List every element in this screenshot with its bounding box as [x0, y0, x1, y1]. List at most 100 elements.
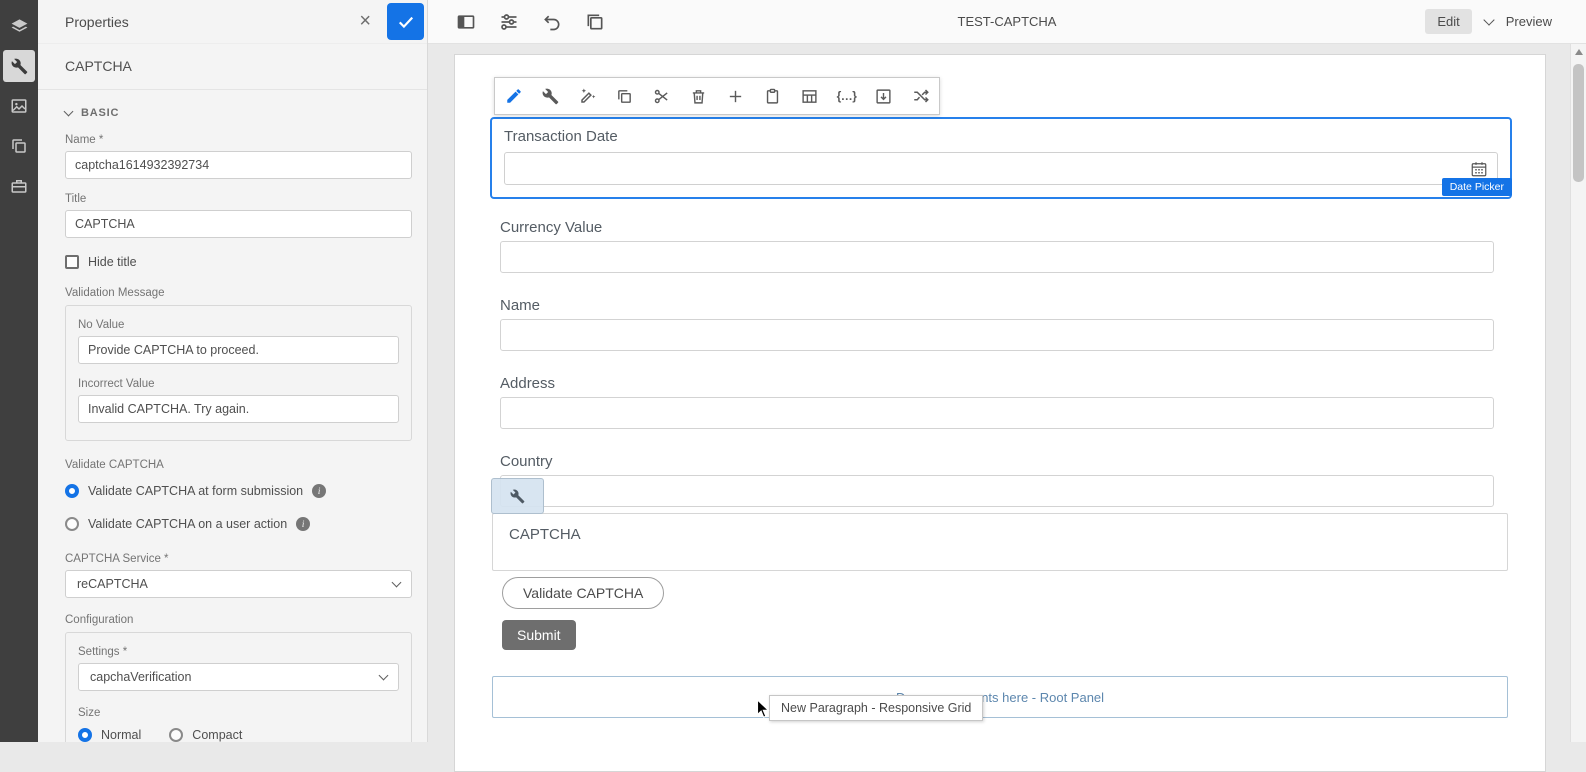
toolbox-icon	[11, 180, 27, 193]
copy-button[interactable]	[606, 78, 643, 114]
captcha-component[interactable]: CAPTCHA	[492, 513, 1508, 571]
confirm-button[interactable]	[387, 3, 424, 40]
close-icon[interactable]: ×	[359, 11, 371, 31]
wrench-icon	[510, 489, 525, 503]
insert-button[interactable]	[717, 78, 754, 114]
validate-captcha-group: Validate CAPTCHA Validate CAPTCHA at for…	[65, 459, 412, 531]
settings-select[interactable]: capchaVerification	[78, 663, 399, 691]
side-panel-toggle-icon	[457, 14, 475, 29]
side-rail	[0, 0, 38, 742]
scrollbar-thumb[interactable]	[1573, 64, 1584, 182]
save-icon	[876, 88, 891, 104]
replace-button[interactable]	[902, 78, 939, 114]
group-button[interactable]	[791, 78, 828, 114]
name-field-input[interactable]	[65, 151, 412, 179]
no-value-label: No Value	[78, 319, 125, 331]
cut-button[interactable]	[643, 78, 680, 114]
properties-panel: Properties × CAPTCHA BASIC Name * Title	[38, 0, 428, 742]
field-name[interactable]: Name	[500, 297, 1494, 351]
configure-button[interactable]	[532, 78, 569, 114]
paste-icon	[766, 88, 779, 104]
vertical-scrollbar[interactable]	[1570, 44, 1586, 742]
group-icon	[802, 89, 817, 103]
transaction-date-input[interactable]	[504, 152, 1498, 185]
layers-icon	[11, 18, 27, 32]
hide-title-checkbox[interactable]	[65, 255, 79, 269]
component-heading: CAPTCHA	[65, 58, 132, 74]
size-label: Size	[78, 707, 101, 719]
rail-item-assets[interactable]	[3, 90, 35, 122]
paste-button[interactable]	[754, 78, 791, 114]
validate-option-row-2: Validate CAPTCHA on a user action i	[65, 517, 412, 531]
size-options: Normal Compact	[78, 728, 399, 742]
hide-title-row: Hide title	[65, 255, 412, 269]
components-icon	[12, 139, 26, 153]
size-compact-radio[interactable]	[169, 728, 184, 742]
rail-item-components[interactable]	[3, 130, 35, 162]
copy-icon	[618, 89, 631, 103]
validate-captcha-button[interactable]: Validate CAPTCHA	[502, 577, 665, 609]
save-fragment-button[interactable]	[865, 78, 902, 114]
info-icon[interactable]: i	[312, 484, 327, 498]
address-label: Address	[500, 375, 556, 392]
no-value-input[interactable]	[78, 336, 399, 364]
size-normal-radio[interactable]	[78, 728, 92, 742]
delete-button[interactable]	[680, 78, 717, 114]
captcha-service-label: CAPTCHA Service *	[65, 553, 169, 565]
country-input[interactable]	[500, 475, 1494, 507]
validate-on-submit-radio[interactable]	[65, 484, 79, 498]
field-address[interactable]: Address	[500, 375, 1494, 429]
undo-button[interactable]	[542, 12, 562, 32]
chevron-down-icon	[391, 577, 402, 588]
check-icon	[398, 16, 413, 28]
name-field-label: Name *	[65, 134, 104, 146]
submit-button[interactable]: Submit	[502, 620, 576, 650]
chevron-down-icon[interactable]	[1483, 13, 1495, 26]
edit-button[interactable]	[495, 78, 532, 114]
top-bar: TEST-CAPTCHA Edit Preview	[428, 0, 1586, 44]
basic-accordion[interactable]: BASIC	[63, 90, 412, 120]
component-type-badge: Date Picker	[1441, 178, 1512, 196]
title-field-group: Title	[65, 193, 412, 238]
captcha-component-label: CAPTCHA	[509, 526, 581, 543]
captcha-service-select[interactable]: reCAPTCHA	[65, 570, 412, 598]
title-field-input[interactable]	[65, 210, 412, 238]
address-input[interactable]	[500, 397, 1494, 429]
validate-on-action-radio[interactable]	[65, 517, 79, 531]
edit-mode-button[interactable]: Edit	[1425, 9, 1472, 34]
editor-canvas: {…} Transaction Date Date Picker Currenc…	[428, 44, 1586, 772]
preferences-icon	[501, 13, 517, 30]
side-panel-toggle-button[interactable]	[456, 12, 476, 32]
preferences-button[interactable]	[499, 12, 519, 32]
country-label: Country	[500, 453, 553, 470]
field-country[interactable]: Country	[491, 453, 1494, 514]
scroll-up-arrow-icon[interactable]	[1571, 44, 1586, 60]
settings-label: Settings *	[78, 646, 128, 658]
app-root: Properties × CAPTCHA BASIC Name * Title	[0, 0, 1586, 772]
properties-title: Properties	[65, 13, 129, 30]
size-compact-label: Compact	[192, 728, 243, 742]
rail-item-properties[interactable]	[3, 50, 35, 82]
hide-title-label: Hide title	[88, 255, 137, 269]
incorrect-value-label: Incorrect Value	[78, 378, 155, 390]
edit-rules-button[interactable]	[569, 78, 606, 114]
name-input[interactable]	[500, 319, 1494, 351]
validate-option-row-1: Validate CAPTCHA at form submission i	[65, 484, 412, 498]
rail-item-content[interactable]	[3, 10, 35, 42]
root-panel-dropzone[interactable]: Drag components here - Root Panel	[492, 676, 1508, 718]
currency-value-label: Currency Value	[500, 219, 603, 236]
size-normal-row: Normal	[78, 728, 141, 742]
info-icon[interactable]: i	[296, 517, 311, 531]
component-heading-row: CAPTCHA	[38, 44, 427, 90]
preview-button[interactable]: Preview	[1506, 14, 1552, 29]
currency-value-input[interactable]	[500, 241, 1494, 273]
expression-button[interactable]: {…}	[828, 78, 865, 114]
field-currency-value[interactable]: Currency Value	[500, 219, 1494, 273]
rail-item-toolbox[interactable]	[3, 170, 35, 202]
edit-rules-icon	[580, 88, 595, 103]
transaction-date-label: Transaction Date	[504, 128, 618, 145]
incorrect-value-input[interactable]	[78, 395, 399, 423]
selected-component-transaction-date[interactable]: Transaction Date Date Picker	[490, 117, 1512, 199]
configure-icon	[542, 88, 559, 104]
duplicate-button[interactable]	[585, 12, 605, 32]
